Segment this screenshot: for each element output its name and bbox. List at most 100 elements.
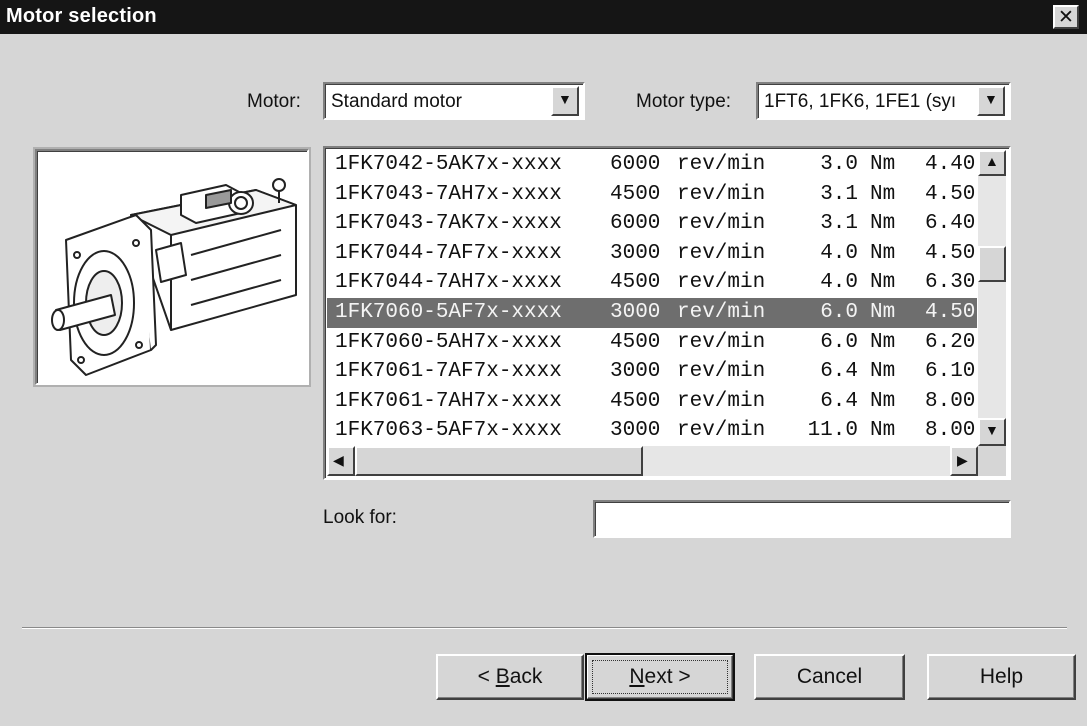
list-cell-torque: 4.0 [820, 271, 858, 295]
motor-select-value: Standard motor [331, 91, 462, 112]
motor-select[interactable]: Standard motor ▼ [323, 82, 585, 120]
horizontal-scrollbar[interactable]: ◀ ▶ [327, 446, 978, 476]
list-cell-speed-unit: rev/min [677, 241, 766, 265]
back-button[interactable]: < Back [436, 654, 584, 700]
motor-type-select[interactable]: 1FT6, 1FK6, 1FE1 (syı ▼ [756, 82, 1011, 120]
look-for-label: Look for: [323, 507, 397, 528]
separator [22, 627, 1067, 629]
motor-label: Motor: [247, 91, 301, 112]
list-cell-speed-unit: rev/min [677, 389, 766, 413]
list-cell-speed-unit: rev/min [677, 153, 766, 176]
motor-dropdown-button[interactable]: ▼ [551, 86, 579, 116]
list-item[interactable]: 1FK7060-5AF7x-xxxx 3000 rev/min 6.0 Nm 4.50 [327, 298, 977, 328]
list-cell-speed-unit: rev/min [677, 182, 766, 206]
vertical-scroll-thumb[interactable] [978, 246, 1006, 282]
list-cell-torque-unit: Nm [870, 419, 896, 443]
scroll-up-button[interactable]: ▲ [978, 150, 1006, 176]
list-cell-part: 1FK7043-7AK7x-xxxx [335, 212, 562, 236]
motor-list[interactable]: 1FK7042-5AK7x-xxxx 6000 rev/min 3.0 Nm 4.40 1F… [323, 146, 1011, 480]
look-for-input[interactable] [593, 500, 1011, 538]
chevron-down-icon: ▼ [558, 91, 572, 107]
list-cell-torque-unit: Nm [870, 389, 896, 413]
list-cell-speed-unit: rev/min [677, 271, 766, 295]
title-bar: Motor selection ✕ [0, 0, 1087, 34]
list-cell-torque-unit: Nm [870, 153, 896, 176]
list-item[interactable]: 1FK7043-7AH7x-xxxx 4500 rev/min 3.1 Nm 4.50 [327, 180, 977, 210]
list-cell-speed: 3000 [610, 360, 661, 384]
cancel-button-label: Cancel [796, 665, 863, 688]
close-icon: ✕ [1058, 7, 1074, 28]
list-cell-torque: 11.0 [807, 419, 858, 443]
list-cell-part: 1FK7061-7AF7x-xxxx [335, 360, 562, 384]
horizontal-scroll-thumb[interactable] [355, 446, 643, 476]
list-cell-speed-unit: rev/min [677, 419, 766, 443]
list-cell-extra: 4.50 [925, 301, 976, 324]
list-cell-torque: 3.1 [820, 182, 858, 206]
list-cell-torque-unit: Nm [870, 271, 896, 295]
list-item[interactable]: 1FK7061-7AF7x-xxxx 3000 rev/min 6.4 Nm 6.10 [327, 357, 977, 387]
list-cell-extra: 6.30 [925, 271, 976, 295]
list-cell-extra: 6.40 [925, 212, 976, 236]
list-cell-speed: 6000 [610, 212, 661, 236]
list-cell-speed: 3000 [610, 301, 661, 324]
list-cell-speed: 4500 [610, 271, 661, 295]
motor-list-rows: 1FK7042-5AK7x-xxxx 6000 rev/min 3.0 Nm 4.40 1F… [327, 150, 977, 446]
scroll-right-button[interactable]: ▶ [950, 446, 978, 476]
motor-type-dropdown-button[interactable]: ▼ [977, 86, 1005, 116]
list-cell-torque: 6.0 [820, 301, 858, 324]
list-cell-torque-unit: Nm [870, 330, 896, 354]
scroll-left-button[interactable]: ◀ [327, 446, 355, 476]
list-cell-speed: 3000 [610, 419, 661, 443]
motor-image [35, 149, 309, 385]
cancel-button[interactable]: Cancel [754, 654, 905, 700]
list-item[interactable]: 1FK7042-5AK7x-xxxx 6000 rev/min 3.0 Nm 4.40 [327, 150, 977, 180]
list-cell-speed-unit: rev/min [677, 212, 766, 236]
list-cell-extra: 6.10 [925, 360, 976, 384]
list-item[interactable]: 1FK7060-5AH7x-xxxx 4500 rev/min 6.0 Nm 6.20 [327, 328, 977, 358]
list-item[interactable]: 1FK7063-5AF7x-xxxx 3000 rev/min 11.0 Nm 8.00 [327, 416, 977, 446]
list-cell-speed: 6000 [610, 153, 661, 176]
list-cell-part: 1FK7061-7AH7x-xxxx [335, 389, 562, 413]
list-item[interactable]: 1FK7061-7AH7x-xxxx 4500 rev/min 6.4 Nm 8.00 [327, 387, 977, 417]
list-cell-speed-unit: rev/min [677, 360, 766, 384]
list-cell-torque: 3.0 [820, 153, 858, 176]
list-cell-speed: 4500 [610, 389, 661, 413]
arrow-down-icon: ▼ [985, 422, 999, 438]
arrow-right-icon: ▶ [957, 452, 968, 468]
list-cell-speed: 4500 [610, 182, 661, 206]
list-cell-torque: 6.4 [820, 360, 858, 384]
chevron-down-icon: ▼ [984, 91, 998, 107]
list-item[interactable]: 1FK7043-7AK7x-xxxx 6000 rev/min 3.1 Nm 6.40 [327, 209, 977, 239]
list-cell-part: 1FK7044-7AH7x-xxxx [335, 271, 562, 295]
next-button[interactable]: Next > [585, 653, 735, 701]
arrow-left-icon: ◀ [333, 452, 344, 468]
list-cell-speed: 4500 [610, 330, 661, 354]
list-cell-extra: 4.40 [925, 153, 976, 176]
motor-type-select-value: 1FT6, 1FK6, 1FE1 (syı [764, 91, 957, 112]
list-cell-extra: 4.50 [925, 241, 976, 265]
vertical-scrollbar[interactable]: ▲ ▼ [978, 150, 1006, 446]
list-item[interactable]: 1FK7044-7AF7x-xxxx 3000 rev/min 4.0 Nm 4.50 [327, 239, 977, 269]
list-cell-part: 1FK7042-5AK7x-xxxx [335, 153, 562, 176]
help-button[interactable]: Help [927, 654, 1076, 700]
list-cell-speed: 3000 [610, 241, 661, 265]
list-item[interactable]: 1FK7044-7AH7x-xxxx 4500 rev/min 4.0 Nm 6.30 [327, 268, 977, 298]
list-cell-torque: 3.1 [820, 212, 858, 236]
list-cell-part: 1FK7063-5AF7x-xxxx [335, 419, 562, 443]
list-cell-extra: 8.00 [925, 389, 976, 413]
list-cell-extra: 8.00 [925, 419, 976, 443]
list-cell-speed-unit: rev/min [677, 330, 766, 354]
list-cell-part: 1FK7060-5AH7x-xxxx [335, 330, 562, 354]
list-cell-torque-unit: Nm [870, 360, 896, 384]
arrow-up-icon: ▲ [985, 153, 999, 169]
window-title: Motor selection [6, 5, 157, 27]
list-cell-extra: 4.50 [925, 182, 976, 206]
list-cell-part: 1FK7060-5AF7x-xxxx [335, 301, 562, 324]
scrollbar-corner [978, 446, 1006, 476]
list-cell-torque-unit: Nm [870, 241, 896, 265]
close-button[interactable]: ✕ [1053, 5, 1079, 29]
focus-rectangle [592, 660, 728, 694]
list-cell-part: 1FK7044-7AF7x-xxxx [335, 241, 562, 265]
scroll-down-button[interactable]: ▼ [978, 418, 1006, 446]
motor-type-label: Motor type: [636, 91, 732, 112]
